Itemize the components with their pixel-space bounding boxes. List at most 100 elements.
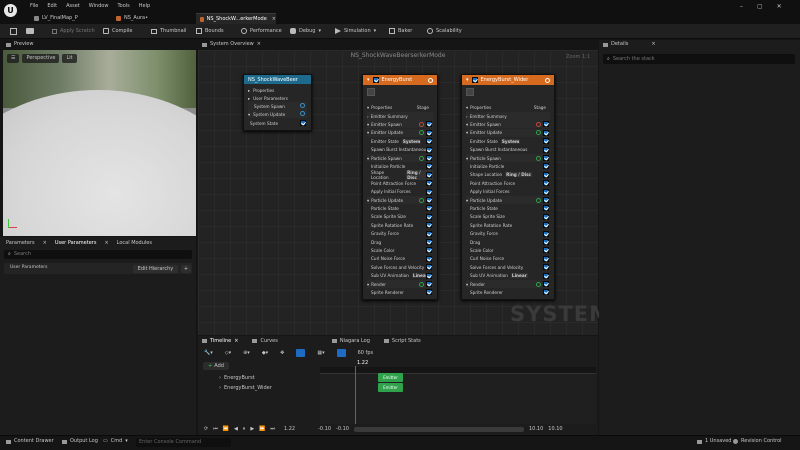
module-enable-checkbox[interactable] bbox=[426, 146, 432, 153]
module-enable-checkbox[interactable] bbox=[426, 213, 432, 220]
loop-icon[interactable]: ⟳ bbox=[204, 426, 208, 432]
tab-lv-finalmap[interactable]: LV_FinalMap_P bbox=[30, 13, 110, 24]
module-row[interactable]: Solve Forces and Velocity bbox=[466, 263, 550, 271]
module-enable-checkbox[interactable] bbox=[543, 264, 549, 271]
module-enable-checkbox[interactable] bbox=[426, 155, 432, 161]
stage-header[interactable]: ▾ Particle Update bbox=[367, 196, 433, 204]
enable-checkbox[interactable] bbox=[300, 120, 306, 126]
parameters-search-input[interactable]: ⌕ Search bbox=[4, 250, 192, 259]
range-end[interactable]: 10.10 bbox=[529, 426, 543, 432]
close-tab-icon[interactable]: × bbox=[104, 240, 108, 246]
menu-help[interactable]: Help bbox=[139, 4, 150, 9]
module-row[interactable]: Point Attraction Force bbox=[367, 179, 433, 187]
skip-start-icon[interactable]: ⏮ bbox=[213, 426, 218, 432]
module-enable-checkbox[interactable] bbox=[426, 230, 432, 237]
play-icon[interactable]: ▶ bbox=[250, 426, 254, 432]
stage-header[interactable]: ▾ Render bbox=[367, 280, 433, 288]
pause-icon[interactable]: ⏸ bbox=[243, 426, 246, 432]
module-enable-checkbox[interactable] bbox=[426, 163, 432, 170]
module-enable-checkbox[interactable] bbox=[543, 289, 549, 296]
tab-local-modules[interactable]: Local Modules bbox=[117, 240, 152, 246]
save-icon[interactable] bbox=[10, 28, 17, 35]
module-row[interactable]: Sub UV Animation Linear bbox=[367, 272, 433, 280]
debug-button[interactable]: Debug ▾ bbox=[290, 28, 321, 34]
module-row[interactable]: Emitter State System bbox=[466, 137, 550, 145]
menu-asset[interactable]: Asset bbox=[66, 4, 80, 9]
emitter-enable-checkbox[interactable] bbox=[372, 77, 379, 83]
add-parameter-button[interactable]: + bbox=[181, 265, 191, 273]
module-row[interactable]: Shape Location Ring / Disc bbox=[367, 169, 433, 180]
tab-timeline[interactable]: Timeline × bbox=[202, 338, 238, 344]
maximize-icon[interactable]: ▢ bbox=[757, 4, 763, 10]
module-enable-checkbox[interactable] bbox=[426, 255, 432, 262]
add-module-icon[interactable] bbox=[419, 197, 424, 203]
info-icon[interactable] bbox=[545, 77, 550, 83]
apply-scratch-button[interactable]: Apply Scratch bbox=[52, 28, 95, 34]
stage-header[interactable]: ▾ Particle Update bbox=[466, 196, 550, 204]
menu-file[interactable]: File bbox=[30, 4, 38, 9]
module-enable-checkbox[interactable] bbox=[543, 255, 549, 262]
module-enable-checkbox[interactable] bbox=[543, 197, 549, 203]
system-user-params-row[interactable]: ▸ User Parameters bbox=[248, 94, 307, 102]
stage-header[interactable]: ▾ Particle Spawn bbox=[466, 154, 550, 162]
module-enable-checkbox[interactable] bbox=[426, 180, 432, 187]
info-icon[interactable] bbox=[428, 77, 433, 83]
module-row[interactable]: Point Attraction Force bbox=[466, 179, 550, 187]
module-enable-checkbox[interactable] bbox=[543, 121, 549, 128]
close-tab-icon[interactable]: × bbox=[234, 338, 238, 344]
system-node[interactable]: NS_ShockWaveBeer ▸ Properties ▸ User Par… bbox=[243, 74, 312, 131]
snap-icon[interactable]: ⊕▾ bbox=[243, 350, 250, 356]
module-enable-checkbox[interactable] bbox=[543, 163, 549, 170]
tab-details[interactable]: Details × bbox=[603, 42, 656, 47]
range-start-2[interactable]: -0.10 bbox=[336, 426, 349, 432]
module-enable-checkbox[interactable] bbox=[543, 247, 549, 254]
module-row[interactable]: Scale Sprite Size bbox=[466, 213, 550, 221]
timeline-scrollbar[interactable] bbox=[353, 426, 524, 432]
stage-header[interactable]: ▾ Emitter Spawn bbox=[367, 120, 433, 129]
module-enable-checkbox[interactable] bbox=[543, 230, 549, 237]
module-row[interactable]: Drag bbox=[367, 238, 433, 246]
module-row[interactable]: Particle State bbox=[367, 204, 433, 212]
module-enable-checkbox[interactable] bbox=[426, 239, 432, 245]
module-enable-checkbox[interactable] bbox=[426, 272, 432, 279]
thumbnail-button[interactable]: Thumbnail bbox=[151, 28, 186, 34]
skip-end-icon[interactable]: ⏭ bbox=[270, 426, 275, 432]
console-input[interactable]: Enter Console Command bbox=[136, 438, 231, 447]
add-module-icon[interactable] bbox=[419, 281, 424, 287]
tab-system-overview[interactable]: System Overview × bbox=[202, 42, 261, 47]
tab-user-parameters[interactable]: User Parameters bbox=[55, 240, 97, 246]
module-row[interactable]: Spawn Burst Instantaneous bbox=[466, 146, 550, 154]
emitter-row[interactable]: › Emitter Summary bbox=[466, 112, 550, 120]
magnet-icon[interactable] bbox=[296, 349, 306, 357]
close-tab-icon[interactable]: × bbox=[651, 42, 655, 47]
revision-control-button[interactable]: Revision Control bbox=[733, 439, 782, 444]
module-row[interactable]: Apply Initial Forces bbox=[367, 188, 433, 196]
module-row[interactable]: Gravity Force bbox=[367, 230, 433, 238]
details-search-input[interactable]: ⌕ Search the stack bbox=[603, 54, 795, 64]
baker-button[interactable]: Baker bbox=[389, 28, 412, 34]
range-start[interactable]: -0.10 bbox=[318, 426, 331, 432]
simulation-button[interactable]: Simulation ▾ bbox=[335, 28, 376, 34]
close-window-icon[interactable]: ✕ bbox=[777, 4, 782, 10]
play-reverse-icon[interactable]: ◀ bbox=[234, 426, 238, 432]
tab-niagara-log[interactable]: Niagara Log bbox=[331, 338, 370, 344]
module-row[interactable]: Scale Color bbox=[367, 246, 433, 254]
add-module-icon[interactable] bbox=[536, 197, 541, 203]
emitter-row[interactable]: ▾ Properties Stage bbox=[466, 103, 550, 111]
module-row[interactable]: Curl Noise Force bbox=[466, 255, 550, 263]
range-end-2[interactable]: 10.10 bbox=[548, 426, 562, 432]
emitter-thumbnail[interactable] bbox=[367, 88, 375, 96]
emitter-row[interactable]: ▾ Properties Stage bbox=[367, 103, 433, 111]
module-row[interactable]: Gravity Force bbox=[466, 230, 550, 238]
module-row[interactable]: Initialize Particle bbox=[466, 162, 550, 170]
module-row[interactable]: Sprite Rotation Rate bbox=[466, 221, 550, 229]
add-module-icon[interactable] bbox=[419, 130, 424, 136]
module-enable-checkbox[interactable] bbox=[426, 222, 432, 229]
move-icon[interactable]: ✥ bbox=[280, 350, 284, 356]
stage-header[interactable]: ▾ Emitter Spawn bbox=[466, 120, 550, 129]
stage-header[interactable]: ▾ Emitter Update bbox=[367, 128, 433, 137]
add-module-icon[interactable] bbox=[536, 281, 541, 287]
output-log-button[interactable]: Output Log bbox=[62, 439, 98, 444]
add-module-icon[interactable] bbox=[419, 155, 424, 161]
current-time[interactable]: 1.22 bbox=[284, 426, 295, 432]
